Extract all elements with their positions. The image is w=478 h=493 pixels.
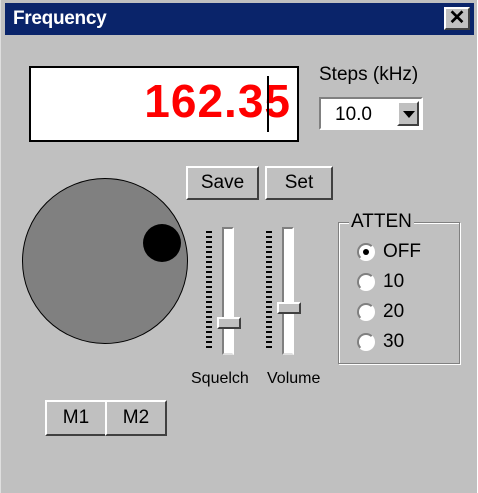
radio-button[interactable] [357, 303, 375, 321]
frequency-display[interactable]: 162.35 [29, 66, 299, 142]
radio-button[interactable] [357, 273, 375, 291]
close-icon: ✕ [448, 7, 466, 29]
squelch-slider[interactable] [206, 227, 242, 357]
atten-option-label: 30 [383, 331, 405, 352]
steps-selected-value: 10.0 [335, 104, 372, 125]
chevron-down-icon[interactable] [397, 101, 419, 126]
close-button[interactable]: ✕ [444, 7, 470, 30]
radio-button[interactable] [357, 333, 375, 351]
volume-label: Volume [267, 370, 321, 387]
set-button[interactable]: Set [265, 166, 333, 200]
volume-slider[interactable] [266, 227, 302, 357]
save-button[interactable]: Save [186, 166, 259, 200]
m2-button[interactable]: M2 [105, 400, 167, 436]
atten-option-label: OFF [383, 241, 421, 262]
steps-dropdown[interactable]: 10.0 [319, 97, 423, 130]
frequency-window: Frequency ✕ 162.35 Steps (kHz) 10.0 Save… [0, 0, 477, 493]
atten-legend: ATTEN [349, 211, 414, 233]
m1-button[interactable]: M1 [45, 400, 107, 436]
text-caret [267, 76, 269, 132]
atten-option-label: 20 [383, 301, 405, 322]
title-bar[interactable]: Frequency ✕ [5, 3, 474, 35]
knob-indicator [143, 224, 181, 262]
window-title: Frequency [13, 8, 107, 29]
volume-thumb[interactable] [277, 302, 301, 314]
volume-track [282, 227, 294, 355]
atten-option-label: 10 [383, 271, 405, 292]
steps-label: Steps (kHz) [319, 64, 419, 85]
squelch-label: Squelch [191, 370, 249, 387]
squelch-thumb[interactable] [217, 317, 241, 329]
atten-groupbox: ATTEN OFF 10 20 30 [338, 211, 460, 364]
squelch-ticks [206, 231, 212, 351]
volume-ticks [266, 231, 272, 351]
squelch-track [222, 227, 234, 355]
tuning-knob[interactable] [22, 178, 188, 344]
radio-button[interactable] [357, 243, 375, 261]
